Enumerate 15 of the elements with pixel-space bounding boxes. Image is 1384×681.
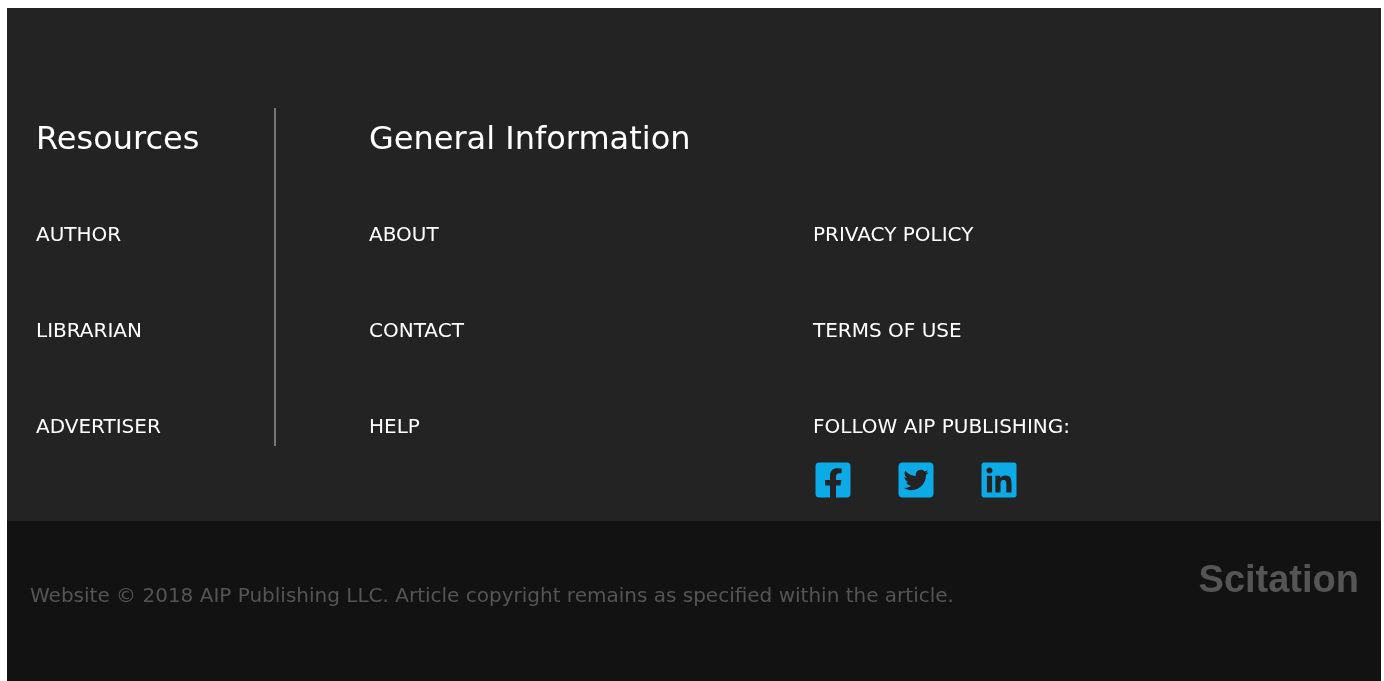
footer-link[interactable]: ABOUT (369, 222, 439, 246)
footer-link[interactable]: HELP (369, 414, 420, 438)
footer-link[interactable]: ADVERTISER (36, 414, 161, 438)
copyright-text: Website © 2018 AIP Publishing LLC. Article copyright remains as specified within the article. (30, 582, 954, 609)
footer-link[interactable]: AUTHOR (36, 222, 122, 246)
footer-link[interactable]: FOLLOW AIP PUBLISHING: (813, 414, 1070, 438)
section-heading: Resources (36, 118, 201, 159)
footer-link[interactable]: TERMS OF USE (813, 318, 962, 342)
footer-link[interactable]: PRIVACY POLICY (813, 222, 974, 246)
footer-link[interactable]: CONTACT (369, 318, 464, 342)
linkedin-icon[interactable] (979, 460, 1019, 500)
twitter-icon[interactable] (896, 460, 936, 500)
section-heading: General Information (369, 118, 692, 159)
facebook-icon[interactable] (813, 460, 853, 500)
footer-link[interactable]: LIBRARIAN (36, 318, 142, 342)
